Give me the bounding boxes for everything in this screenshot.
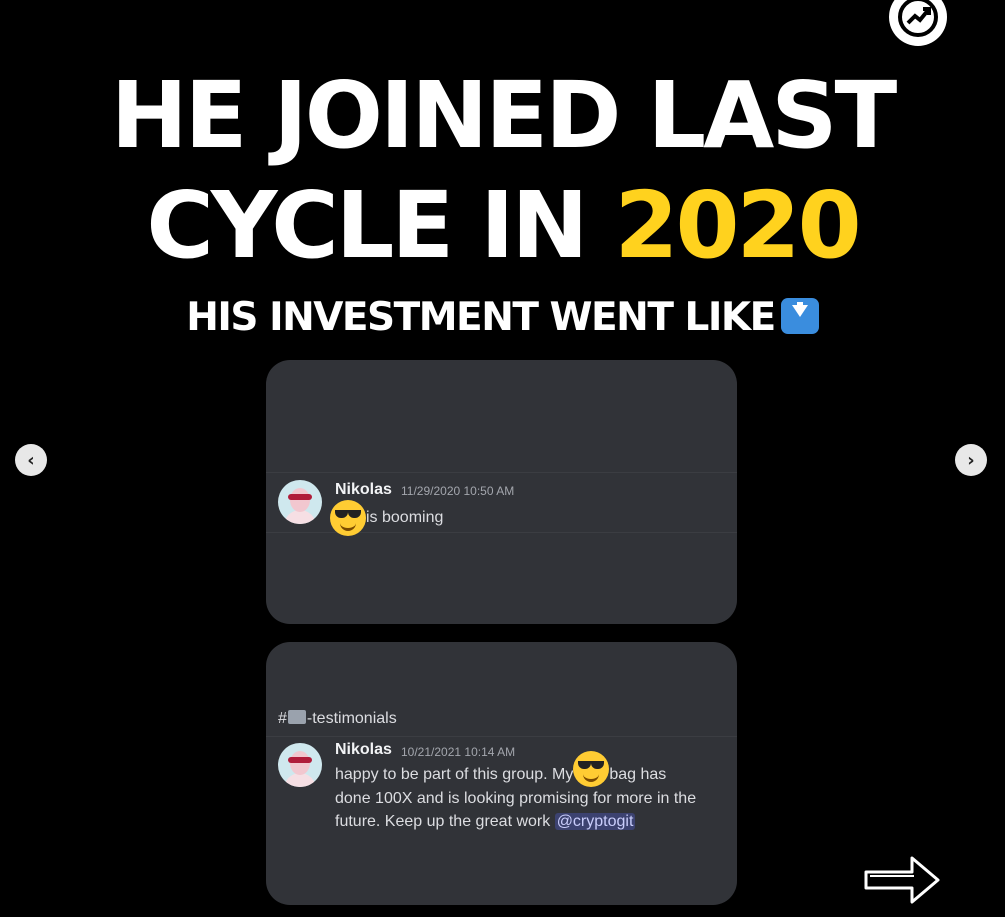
headline-line-2-prefix: CYCLE IN bbox=[146, 172, 615, 279]
message-author: Nikolas bbox=[335, 741, 392, 758]
chart-logo-icon bbox=[898, 0, 938, 37]
sunglasses-emoji-icon bbox=[573, 751, 610, 787]
brand-logo bbox=[889, 0, 947, 46]
headline-line-2: CYCLE IN 2020 bbox=[0, 180, 1005, 272]
message-author: Nikolas bbox=[335, 481, 392, 498]
subheading-text: HIS INVESTMENT WENT LIKE bbox=[186, 295, 776, 340]
message-body-1b: bag has bbox=[609, 766, 667, 784]
folder-icon bbox=[287, 710, 306, 724]
subheading: HIS INVESTMENT WENT LIKE bbox=[0, 295, 1005, 340]
carousel-next-button[interactable]: › bbox=[955, 444, 987, 476]
chevron-right-icon: › bbox=[967, 449, 975, 471]
channel-label: -testimonials bbox=[306, 710, 397, 727]
message-text: happy to be part of this group. My bag ha… bbox=[335, 751, 730, 833]
avatar bbox=[278, 743, 322, 787]
chevron-left-icon: ‹ bbox=[27, 449, 35, 471]
headline-line-1: HE JOINED LAST bbox=[110, 62, 898, 169]
channel-name: # -testimonials bbox=[278, 710, 397, 728]
message-body-1a: happy to be part of this group. My bbox=[335, 766, 574, 784]
channel-hash: # bbox=[278, 710, 287, 727]
user-mention[interactable]: @cryptogit bbox=[554, 813, 636, 830]
message-timestamp: 10/21/2021 10:14 AM bbox=[401, 745, 516, 759]
sunglasses-emoji-icon bbox=[330, 500, 366, 536]
avatar bbox=[278, 480, 322, 524]
message-body: is booming bbox=[366, 509, 444, 527]
message-body-3: future. Keep up the great work bbox=[335, 813, 555, 830]
screenshot-card-2: Nikolas 10/21/2021 10:14 AM happy to be … bbox=[266, 642, 737, 905]
divider bbox=[266, 472, 737, 473]
headline-year: 2020 bbox=[614, 172, 862, 279]
message-body-2: done 100X and is looking promising for m… bbox=[335, 790, 697, 807]
message-timestamp: 11/29/2020 10:50 AM bbox=[401, 484, 515, 498]
down-arrow-icon bbox=[780, 298, 819, 334]
carousel-prev-button[interactable]: ‹ bbox=[15, 444, 47, 476]
swipe-arrow-icon bbox=[864, 856, 940, 904]
divider bbox=[266, 736, 737, 737]
message-text: is booming bbox=[330, 500, 443, 536]
screenshot-card-1: Nikolas 11/29/2020 10:50 AM is booming bbox=[266, 360, 737, 624]
